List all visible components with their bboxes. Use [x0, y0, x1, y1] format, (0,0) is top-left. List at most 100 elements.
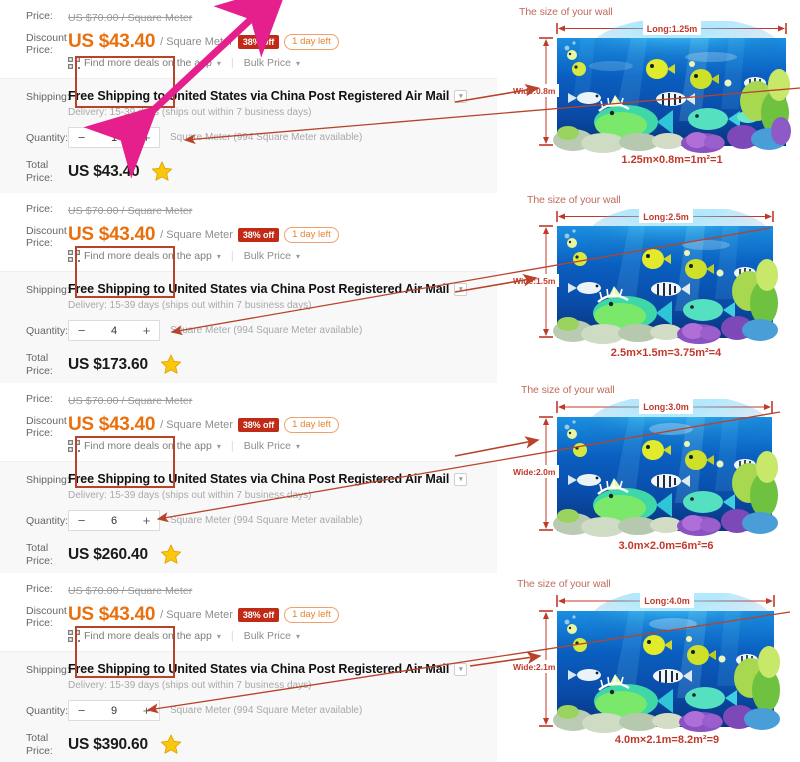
- wall-size-panel: The size of your wall: [497, 190, 800, 380]
- price-label: Price:: [26, 203, 53, 215]
- quantity-availability: Square Meter (994 Square Meter available…: [170, 515, 363, 526]
- qr-code-icon: [68, 630, 80, 642]
- discount-amount: US $43.40: [68, 604, 156, 625]
- chevron-down-icon[interactable]: ▾: [454, 473, 468, 486]
- wall-wide-label: Wide:2.0m: [513, 467, 556, 477]
- quantity-row: Quantity: − 9 + Square Meter (994 Square…: [0, 699, 497, 722]
- quantity-stepper[interactable]: − 1 +: [68, 127, 160, 148]
- shipping-row: Shipping: Free Shipping to United States…: [0, 281, 497, 312]
- discount-price-row: Discount Price: US $43.40 / Square Meter…: [0, 602, 497, 643]
- chevron-down-icon[interactable]: ▾: [454, 663, 468, 676]
- quantity-value[interactable]: 1: [94, 132, 134, 144]
- app-deals-line[interactable]: Find more deals on the app ▾ | Bulk Pric…: [68, 630, 497, 642]
- discount-price-label-line2: Price:: [26, 237, 53, 249]
- wall-wide-label: Wide:0.8m: [513, 86, 556, 96]
- quantity-decrease-button[interactable]: −: [69, 128, 94, 147]
- wall-diagram: Long:3.0m Wide:2.0m 3.0m×2.0m=6m²=6: [511, 394, 800, 557]
- quantity-label: Quantity:: [26, 515, 69, 527]
- shipping-method[interactable]: Free Shipping to United States via China…: [68, 662, 497, 677]
- chevron-down-icon: ▾: [295, 441, 300, 451]
- discount-price-label: Discount Price:: [0, 413, 68, 439]
- quantity-value[interactable]: 4: [94, 325, 134, 337]
- app-deals-line[interactable]: Find more deals on the app ▾ | Bulk Pric…: [68, 57, 497, 69]
- bulk-price-text[interactable]: Bulk Price: [244, 440, 291, 452]
- bulk-price-text[interactable]: Bulk Price: [244, 250, 291, 262]
- shipping-section: Shipping: Free Shipping to United States…: [0, 78, 497, 197]
- shipping-method-text: Free Shipping to United States via China…: [68, 662, 450, 676]
- wall-diagram-svg: Long:2.5m Wide:1.5m 2.5m×1.5m=3.75m²=4: [511, 204, 778, 359]
- offer-block: Price: US $70.00 / Square Meter Discount…: [0, 573, 497, 762]
- shipping-method[interactable]: Free Shipping to United States via China…: [68, 89, 497, 104]
- app-deals-line[interactable]: Find more deals on the app ▾ | Bulk Pric…: [68, 440, 497, 452]
- total-price-row: Total Price: US $173.60: [0, 349, 497, 379]
- original-price: US $70.00 / Square Meter: [68, 12, 193, 24]
- shipping-method[interactable]: Free Shipping to United States via China…: [68, 472, 497, 487]
- star-icon: [160, 353, 182, 374]
- discount-amount: US $43.40: [68, 31, 156, 52]
- wall-diagram: Long:1.25m Wide:0.8m 1.25m×0.8m=1m²=1: [511, 17, 800, 171]
- quantity-increase-button[interactable]: +: [134, 511, 159, 530]
- discount-unit: / Square Meter: [160, 229, 233, 241]
- wall-panel-title: The size of your wall: [519, 6, 613, 18]
- delivery-estimate: Delivery: 15-39 days (ships out within 7…: [68, 490, 312, 501]
- quantity-decrease-button[interactable]: −: [69, 511, 94, 530]
- quantity-increase-button[interactable]: +: [134, 701, 159, 720]
- wall-panel-title: The size of your wall: [517, 578, 611, 590]
- chevron-down-icon[interactable]: ▾: [454, 90, 468, 103]
- quantity-stepper[interactable]: − 4 +: [68, 320, 160, 341]
- time-left-badge: 1 day left: [284, 416, 339, 434]
- total-price-row: Total Price: US $390.60: [0, 729, 497, 759]
- discount-unit: / Square Meter: [160, 36, 233, 48]
- chevron-down-icon: ▾: [216, 58, 221, 68]
- offer-block: Price: US $70.00 / Square Meter Discount…: [0, 383, 497, 580]
- app-deals-line[interactable]: Find more deals on the app ▾ | Bulk Pric…: [68, 250, 497, 262]
- shipping-label: Shipping:: [26, 91, 70, 103]
- shipping-section: Shipping: Free Shipping to United States…: [0, 461, 497, 580]
- wall-calc-label: 2.5m×1.5m=3.75m²=4: [611, 347, 722, 359]
- shipping-row: Shipping: Free Shipping to United States…: [0, 471, 497, 502]
- delivery-estimate: Delivery: 15-39 days (ships out within 7…: [68, 107, 312, 118]
- offer-block: Price: US $70.00 / Square Meter Discount…: [0, 0, 497, 197]
- discount-badge: 38% off: [237, 35, 280, 49]
- wall-wide-label: Wide:2.1m: [513, 662, 556, 672]
- price-section: Price: US $70.00 / Square Meter Discount…: [0, 0, 497, 78]
- shipping-label: Shipping:: [26, 474, 70, 486]
- discount-line: US $43.40 / Square Meter 38% off 1 day l…: [68, 414, 497, 436]
- shipping-row: Shipping: Free Shipping to United States…: [0, 88, 497, 119]
- bulk-price-text[interactable]: Bulk Price: [244, 57, 291, 69]
- quantity-value[interactable]: 9: [94, 705, 134, 717]
- product-size-guide-page: Price: US $70.00 / Square Meter Discount…: [0, 0, 800, 762]
- quantity-decrease-button[interactable]: −: [69, 321, 94, 340]
- divider: |: [230, 440, 234, 452]
- original-price: US $70.00 / Square Meter: [68, 585, 193, 597]
- shipping-method[interactable]: Free Shipping to United States via China…: [68, 282, 497, 297]
- price-label: Price:: [26, 583, 53, 595]
- quantity-increase-button[interactable]: +: [134, 128, 159, 147]
- app-deals-text: Find more deals on the app: [84, 440, 212, 452]
- quantity-stepper[interactable]: − 6 +: [68, 510, 160, 531]
- total-price-row: Total Price: US $260.40: [0, 539, 497, 569]
- discount-amount: US $43.40: [68, 224, 156, 245]
- quantity-stepper[interactable]: − 9 +: [68, 700, 160, 721]
- price-row: Price: US $70.00 / Square Meter: [0, 200, 497, 220]
- quantity-increase-button[interactable]: +: [134, 321, 159, 340]
- discount-price-label-line2: Price:: [26, 617, 53, 629]
- wall-long-label: Long:2.5m: [643, 212, 689, 222]
- discount-unit: / Square Meter: [160, 419, 233, 431]
- quantity-decrease-button[interactable]: −: [69, 701, 94, 720]
- quantity-value[interactable]: 6: [94, 515, 134, 527]
- shipping-method-text: Free Shipping to United States via China…: [68, 89, 450, 103]
- quantity-availability: Square Meter (994 Square Meter available…: [170, 325, 363, 336]
- wall-long-label: Long:1.25m: [647, 24, 698, 34]
- discount-badge: 38% off: [237, 608, 280, 622]
- shipping-section: Shipping: Free Shipping to United States…: [0, 651, 497, 762]
- discount-price-label-line2: Price:: [26, 427, 53, 439]
- price-section: Price: US $70.00 / Square Meter Discount…: [0, 383, 497, 461]
- shipping-label: Shipping:: [26, 664, 70, 676]
- wall-calc-label: 4.0m×2.1m=8.2m²=9: [615, 734, 719, 746]
- total-price-value: US $260.40: [68, 545, 148, 563]
- discount-line: US $43.40 / Square Meter 38% off 1 day l…: [68, 224, 497, 246]
- chevron-down-icon[interactable]: ▾: [454, 283, 468, 296]
- bulk-price-text[interactable]: Bulk Price: [244, 630, 291, 642]
- wall-size-panel: The size of your wall: [497, 572, 800, 762]
